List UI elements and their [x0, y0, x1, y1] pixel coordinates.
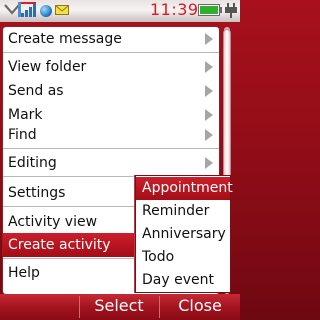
submenu-item-appointment[interactable]: Appointment: [136, 177, 233, 200]
submenu-item-label: Anniversary: [142, 226, 226, 242]
close-softkey[interactable]: Close: [160, 294, 240, 320]
globe-icon: [40, 5, 52, 17]
menu-divider: [3, 148, 219, 149]
submenu-item-todo[interactable]: Todo: [136, 246, 230, 269]
submenu-arrow-icon: [205, 61, 213, 73]
submenu-arrow-icon: [205, 109, 213, 121]
menu-item-editing[interactable]: Editing: [3, 151, 219, 175]
submenu-item-label: Todo: [142, 249, 175, 265]
menu-item-label: View folder: [8, 59, 87, 75]
submenu-item-label: Appointment: [142, 180, 233, 196]
charger-plug-icon: [225, 3, 237, 18]
submenu-item-reminder[interactable]: Reminder: [136, 200, 230, 223]
menu-item-label: Find: [8, 127, 37, 143]
menu-item-label: Help: [8, 265, 40, 281]
menu-item-create-message[interactable]: Create message: [3, 27, 219, 51]
mail-icon: [55, 5, 69, 15]
submenu-arrow-icon: [205, 157, 213, 169]
submenu-item-label: Reminder: [142, 203, 210, 219]
clock-time: 11:39: [150, 0, 199, 19]
battery-icon: [198, 4, 222, 16]
menu-item-view-folder[interactable]: View folder: [3, 55, 219, 79]
menu-item-label: Create activity: [8, 237, 111, 253]
status-bar: 11:39: [0, 0, 240, 22]
submenu-item-anniversary[interactable]: Anniversary: [136, 223, 230, 246]
select-softkey[interactable]: Select: [79, 294, 159, 320]
menu-divider: [3, 52, 219, 53]
create-activity-submenu: Appointment Reminder Anniversary Todo Da…: [135, 175, 233, 293]
menu-item-label: Mark: [8, 107, 43, 123]
menu-item-label: Settings: [8, 185, 66, 201]
submenu-item-day-event[interactable]: Day event: [136, 269, 230, 292]
menu-item-label: Activity view: [8, 214, 98, 230]
menu-item-send-as[interactable]: Send as: [3, 79, 219, 103]
submenu-item-label: Day event: [142, 272, 214, 288]
menu-item-find[interactable]: Find: [3, 123, 219, 147]
submenu-arrow-icon: [205, 129, 213, 141]
submenu-arrow-icon: [205, 85, 213, 97]
signal-icon: [18, 2, 36, 17]
menu-item-label: Send as: [8, 83, 64, 99]
menu-item-label: Editing: [8, 155, 57, 171]
menu-item-label: Create message: [8, 31, 122, 47]
submenu-arrow-icon: [205, 33, 213, 45]
softkey-bar: Select Close: [0, 294, 240, 320]
